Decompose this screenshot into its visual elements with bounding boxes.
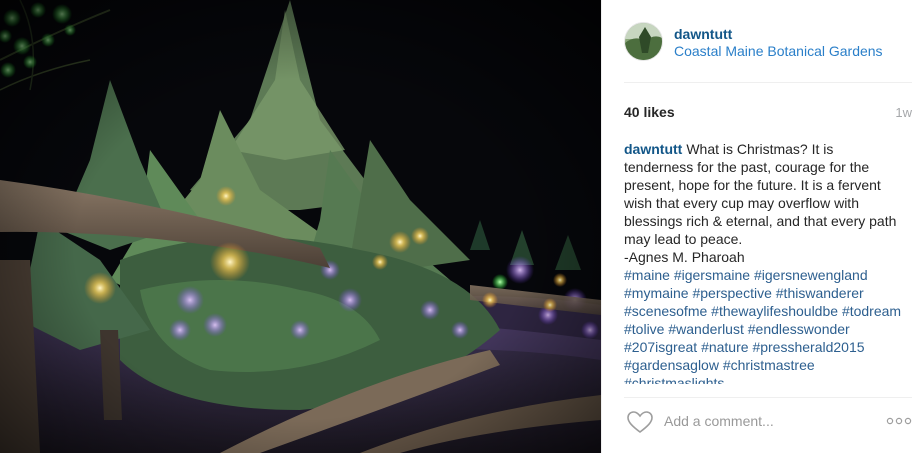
post-sidebar: dawntutt Coastal Maine Botanical Gardens… [601,0,922,453]
hashtag-link[interactable]: #todream [842,303,901,319]
hashtag-link[interactable]: #igersnewengland [754,267,868,283]
user-avatar[interactable] [624,22,663,61]
hashtag-link[interactable]: #mymaine [624,285,689,301]
hashtag-link[interactable]: #gardensaglow [624,357,719,373]
post-photo[interactable] [0,0,601,453]
likes-count[interactable]: 40 likes [624,104,675,120]
more-options-icon[interactable] [886,414,912,428]
hashtag-list: #maine #igersmaine #igersnewengland #mym… [624,267,901,384]
hashtag-link[interactable]: #maine [624,267,670,283]
divider [624,397,912,398]
hashtag-link[interactable]: #igersmaine [674,267,750,283]
hashtag-link[interactable]: #tolive [624,321,664,337]
caption-username[interactable]: dawntutt [624,141,682,157]
instagram-post: dawntutt Coastal Maine Botanical Gardens… [0,0,922,453]
hashtag-link[interactable]: #perspective [692,285,771,301]
christmas-trees-photo [0,0,601,453]
hashtag-link[interactable]: #pressherald2015 [752,339,864,355]
hashtag-link[interactable]: #christmastree [723,357,815,373]
username-link[interactable]: dawntutt [674,26,732,42]
hashtag-link[interactable]: #wanderlust [668,321,744,337]
hashtag-link[interactable]: #scenesofme [624,303,707,319]
hashtag-link[interactable]: #thewaylifeshouldbe [711,303,838,319]
hashtag-link[interactable]: #thiswanderer [776,285,864,301]
hashtag-link[interactable]: #endlesswonder [748,321,850,337]
hashtag-link[interactable]: #christmaslights [624,375,724,384]
post-time: 1w [895,105,912,120]
comment-input[interactable] [664,404,874,438]
heart-icon[interactable] [626,410,654,434]
divider [624,82,912,83]
caption-text: What is Christmas? It is tenderness for … [624,141,897,265]
post-caption: dawntutt What is Christmas? It is tendern… [624,140,904,384]
location-link[interactable]: Coastal Maine Botanical Gardens [674,43,883,59]
hashtag-link[interactable]: #nature [701,339,748,355]
hashtag-link[interactable]: #207isgreat [624,339,697,355]
post-header: dawntutt Coastal Maine Botanical Gardens [602,0,922,82]
